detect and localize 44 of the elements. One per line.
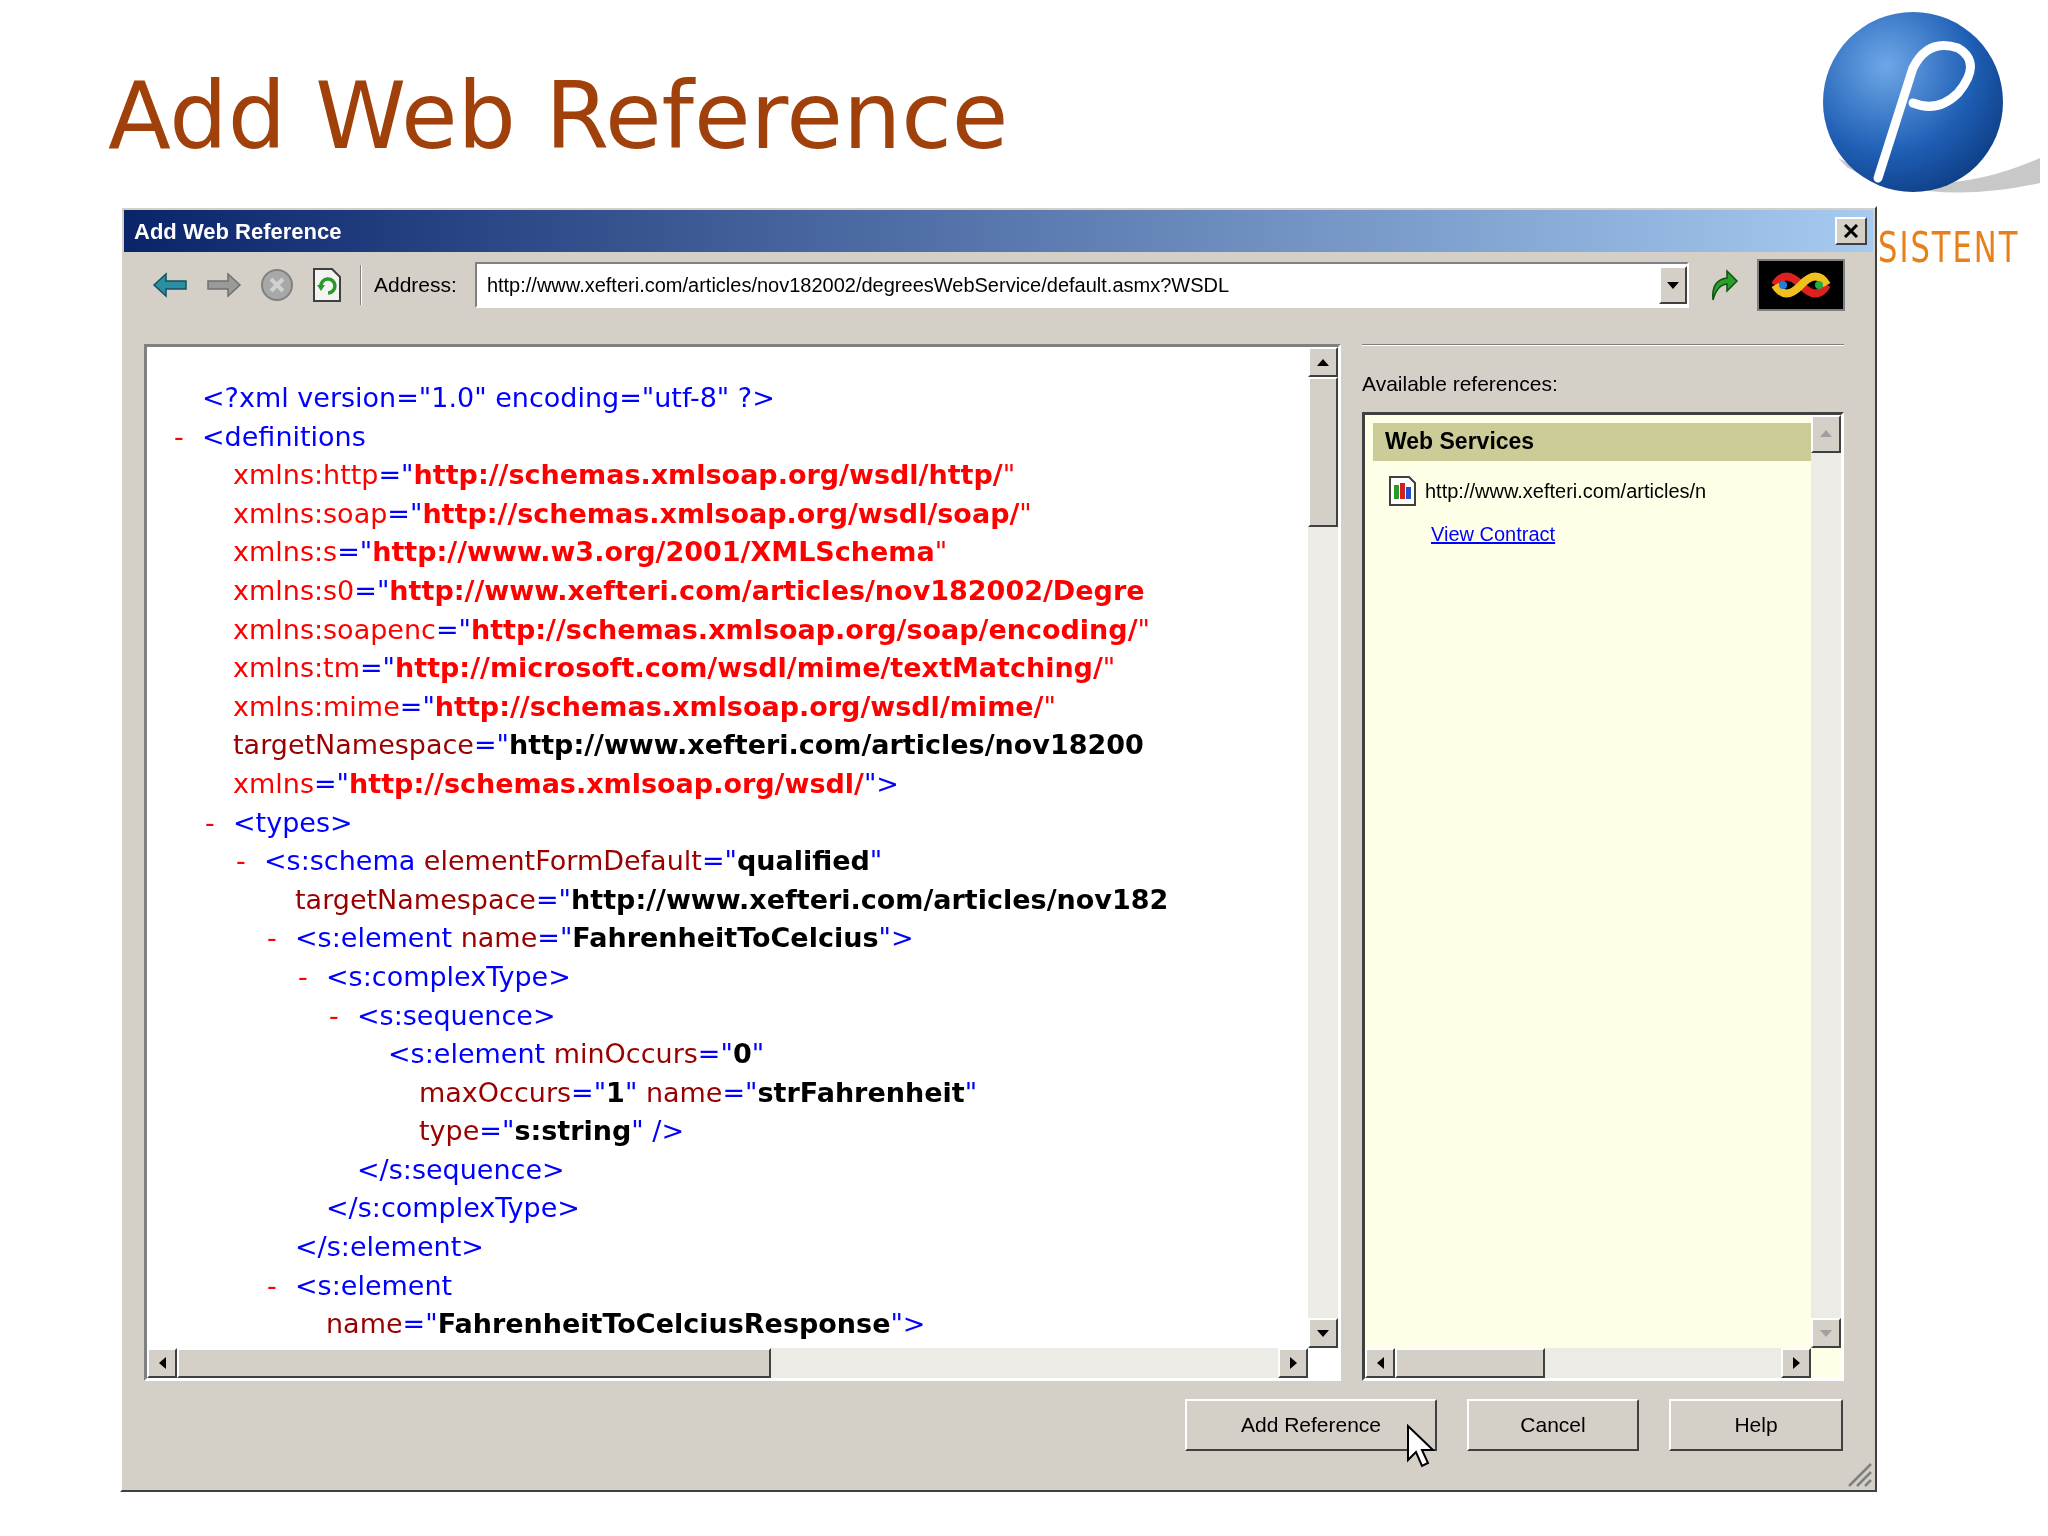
code-line: <s:schema elementFormDefault="qualified" [264, 844, 883, 879]
code-line: xmlns:tm="http://microsoft.com/wsdl/mime/textMatching/" [233, 651, 1116, 686]
service-url: http://www.xefteri.com/articles/n [1425, 478, 1707, 504]
collapse-toggle[interactable]: - [174, 417, 188, 457]
collapse-toggle[interactable]: - [236, 842, 250, 881]
code-line: <s:complexType> [326, 959, 571, 994]
group-header: Web Services [1373, 422, 1811, 461]
add-reference-button[interactable]: Add Reference [1185, 1399, 1437, 1451]
code-line: <?xml version="1.0" encoding="utf-8" ?> [202, 381, 775, 415]
cancel-button[interactable]: Cancel [1467, 1399, 1639, 1451]
code-line: xmlns:mime="http://schemas.xmlsoap.org/wsdl/mime/" [233, 689, 1056, 724]
logo-text: SISTENT [1878, 221, 2020, 274]
code-line: </s:sequence> [357, 1152, 565, 1187]
code-line: maxOccurs="1" name="strFahrenheit" [419, 1075, 978, 1110]
code-line: type="s:string" /> [419, 1114, 685, 1149]
code-line: targetNamespace="http://www.xefteri.com/articles/nov182 [295, 882, 1169, 917]
address-field[interactable]: http://www.xefteri.com/articles/nov182002/degreesWebService/default.asmx?WSDL [474, 262, 1689, 308]
code-line: <definitions [202, 419, 366, 454]
collapse-toggle[interactable]: - [205, 803, 219, 843]
view-contract-link[interactable]: View Contract [1431, 518, 1556, 549]
code-line: xmlns:s0="http://www.xefteri.com/articles/nov182002/Degre [233, 573, 1145, 608]
collapse-toggle[interactable]: - [267, 919, 281, 958]
slide-title: Add Web Reference [108, 62, 1009, 172]
collapse-toggle[interactable]: - [267, 1266, 281, 1306]
code-line: targetNamespace="http://www.xefteri.com/articles/nov18200 [233, 728, 1144, 763]
help-button[interactable]: Help [1669, 1399, 1843, 1451]
code-line: </s:complexType> [326, 1191, 580, 1226]
code-line: xmlns:http="http://schemas.xmlsoap.org/wsdl/http/" [233, 458, 1016, 493]
code-line: <s:element name="FahrenheitToCelcius"> [295, 921, 914, 956]
code-line: name="FahrenheitToCelciusResponse"> [326, 1307, 926, 1342]
code-line: <s:element minOccurs="0" [388, 1037, 765, 1072]
collapse-toggle[interactable]: - [298, 957, 312, 997]
code-line: <s:element [295, 1268, 453, 1303]
code-line: </s:element> [295, 1230, 484, 1265]
address-label: Address: [374, 272, 457, 299]
window-title: Add Web Reference [134, 217, 342, 246]
code-line: xmlns:soap="http://schemas.xmlsoap.org/wsdl/soap/" [233, 496, 1032, 531]
code-line: xmlns="http://schemas.xmlsoap.org/wsdl/"> [233, 766, 899, 801]
collapse-toggle[interactable]: - [329, 996, 343, 1036]
code-line: xmlns:soapenc="http://schemas.xmlsoap.org/soap/encoding/" [233, 612, 1150, 647]
references-label: Available references: [1362, 371, 1559, 397]
code-line: <types> [233, 805, 353, 840]
code-line: xmlns:s="http://www.w3.org/2001/XMLSchema" [233, 535, 948, 570]
code-line: <s:sequence> [357, 998, 556, 1033]
